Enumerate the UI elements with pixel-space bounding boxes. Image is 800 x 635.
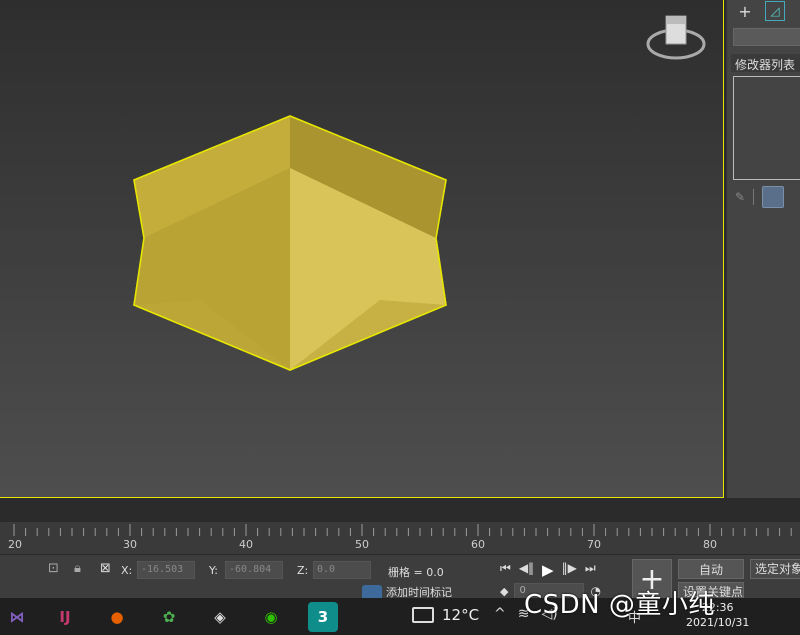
tick-label: 40 [239, 538, 253, 551]
modify-icon[interactable]: ◿ [765, 1, 785, 21]
perspective-viewport[interactable] [0, 0, 724, 498]
csdn-watermark: CSDN @童小纯 [524, 590, 715, 620]
taskbar-firefox-icon[interactable]: ● [102, 602, 132, 632]
tick-label: 50 [355, 538, 369, 551]
add-time-tag[interactable]: 添加时间标记 [362, 585, 452, 599]
stack-tools: ✎ [735, 186, 800, 208]
modifier-list-dropdown[interactable]: 修改器列表 [731, 54, 800, 72]
object-name-field[interactable] [733, 28, 800, 46]
go-to-end-icon[interactable]: ⏭ [585, 561, 596, 579]
go-to-start-icon[interactable]: ⏮ [500, 561, 511, 579]
x-label: X: [121, 564, 133, 577]
tick-label: 60 [471, 538, 485, 551]
play-icon[interactable]: ▶ [542, 561, 554, 579]
isolate-icon[interactable]: ⊡ [48, 561, 59, 576]
x-coordinate-field[interactable]: -16.503 [137, 561, 195, 579]
3dsmax-window: + ◿ 修改器列表 ✎ 20 30 40 50 60 70 80 ⊡ 🔒︎ ⊠ … [0, 0, 800, 635]
tick-label: 70 [587, 538, 601, 551]
taskbar-jetbrains-icon[interactable]: IJ [50, 602, 80, 632]
absolute-mode-icon[interactable]: ⊠ [100, 561, 111, 576]
next-frame-icon[interactable]: ‖▶ [562, 561, 577, 579]
taskbar-visual-studio-icon[interactable]: ⋈ [2, 602, 32, 632]
viewcube-icon[interactable] [644, 12, 708, 68]
modifier-stack[interactable] [733, 76, 800, 180]
y-coordinate-field[interactable]: -60.804 [225, 561, 283, 579]
track-bar[interactable]: 20 30 40 50 60 70 80 [0, 522, 800, 554]
temperature: 12°C [442, 606, 480, 624]
pin-icon[interactable]: ✎ [735, 190, 745, 204]
weather-widget[interactable]: 12°C [412, 606, 479, 624]
selected-star-object[interactable] [0, 0, 724, 498]
playback-controls: ⏮ ◀‖ ▶ ‖▶ ⏭ [500, 561, 596, 579]
taskbar-wechat-icon[interactable]: ◉ [256, 602, 286, 632]
news-icon [412, 607, 434, 623]
tick-label: 20 [8, 538, 22, 551]
taskbar-unity-icon[interactable]: ◈ [205, 602, 235, 632]
key-mode-icon[interactable]: ◆ [500, 585, 508, 598]
auto-key-button[interactable]: 自动 [678, 559, 744, 579]
previous-frame-icon[interactable]: ◀‖ [519, 561, 534, 579]
track-ticks [13, 524, 792, 536]
chevron-up-icon[interactable]: ^ [494, 606, 506, 622]
divider [753, 189, 755, 205]
tick-label: 30 [123, 538, 137, 551]
time-tag-icon [362, 585, 382, 599]
taskbar-3dsmax-icon[interactable]: 3 [308, 602, 338, 632]
command-panel-tabs: + ◿ [727, 0, 800, 22]
z-label: Z: [297, 564, 309, 577]
y-label: Y: [209, 564, 218, 577]
plus-icon[interactable]: + [735, 1, 755, 21]
selected-objects-dropdown[interactable]: 选定对象 [750, 559, 800, 579]
show-end-result-button[interactable] [762, 186, 785, 208]
command-panel: + ◿ 修改器列表 ✎ [726, 0, 800, 498]
lock-icon[interactable]: 🔒︎ [74, 561, 81, 576]
grid-size-label: 栅格 = 0.0 [388, 566, 444, 579]
z-coordinate-field[interactable]: 0.0 [313, 561, 371, 579]
tick-label: 80 [703, 538, 717, 551]
taskbar-sogou-icon[interactable]: ✿ [154, 602, 184, 632]
